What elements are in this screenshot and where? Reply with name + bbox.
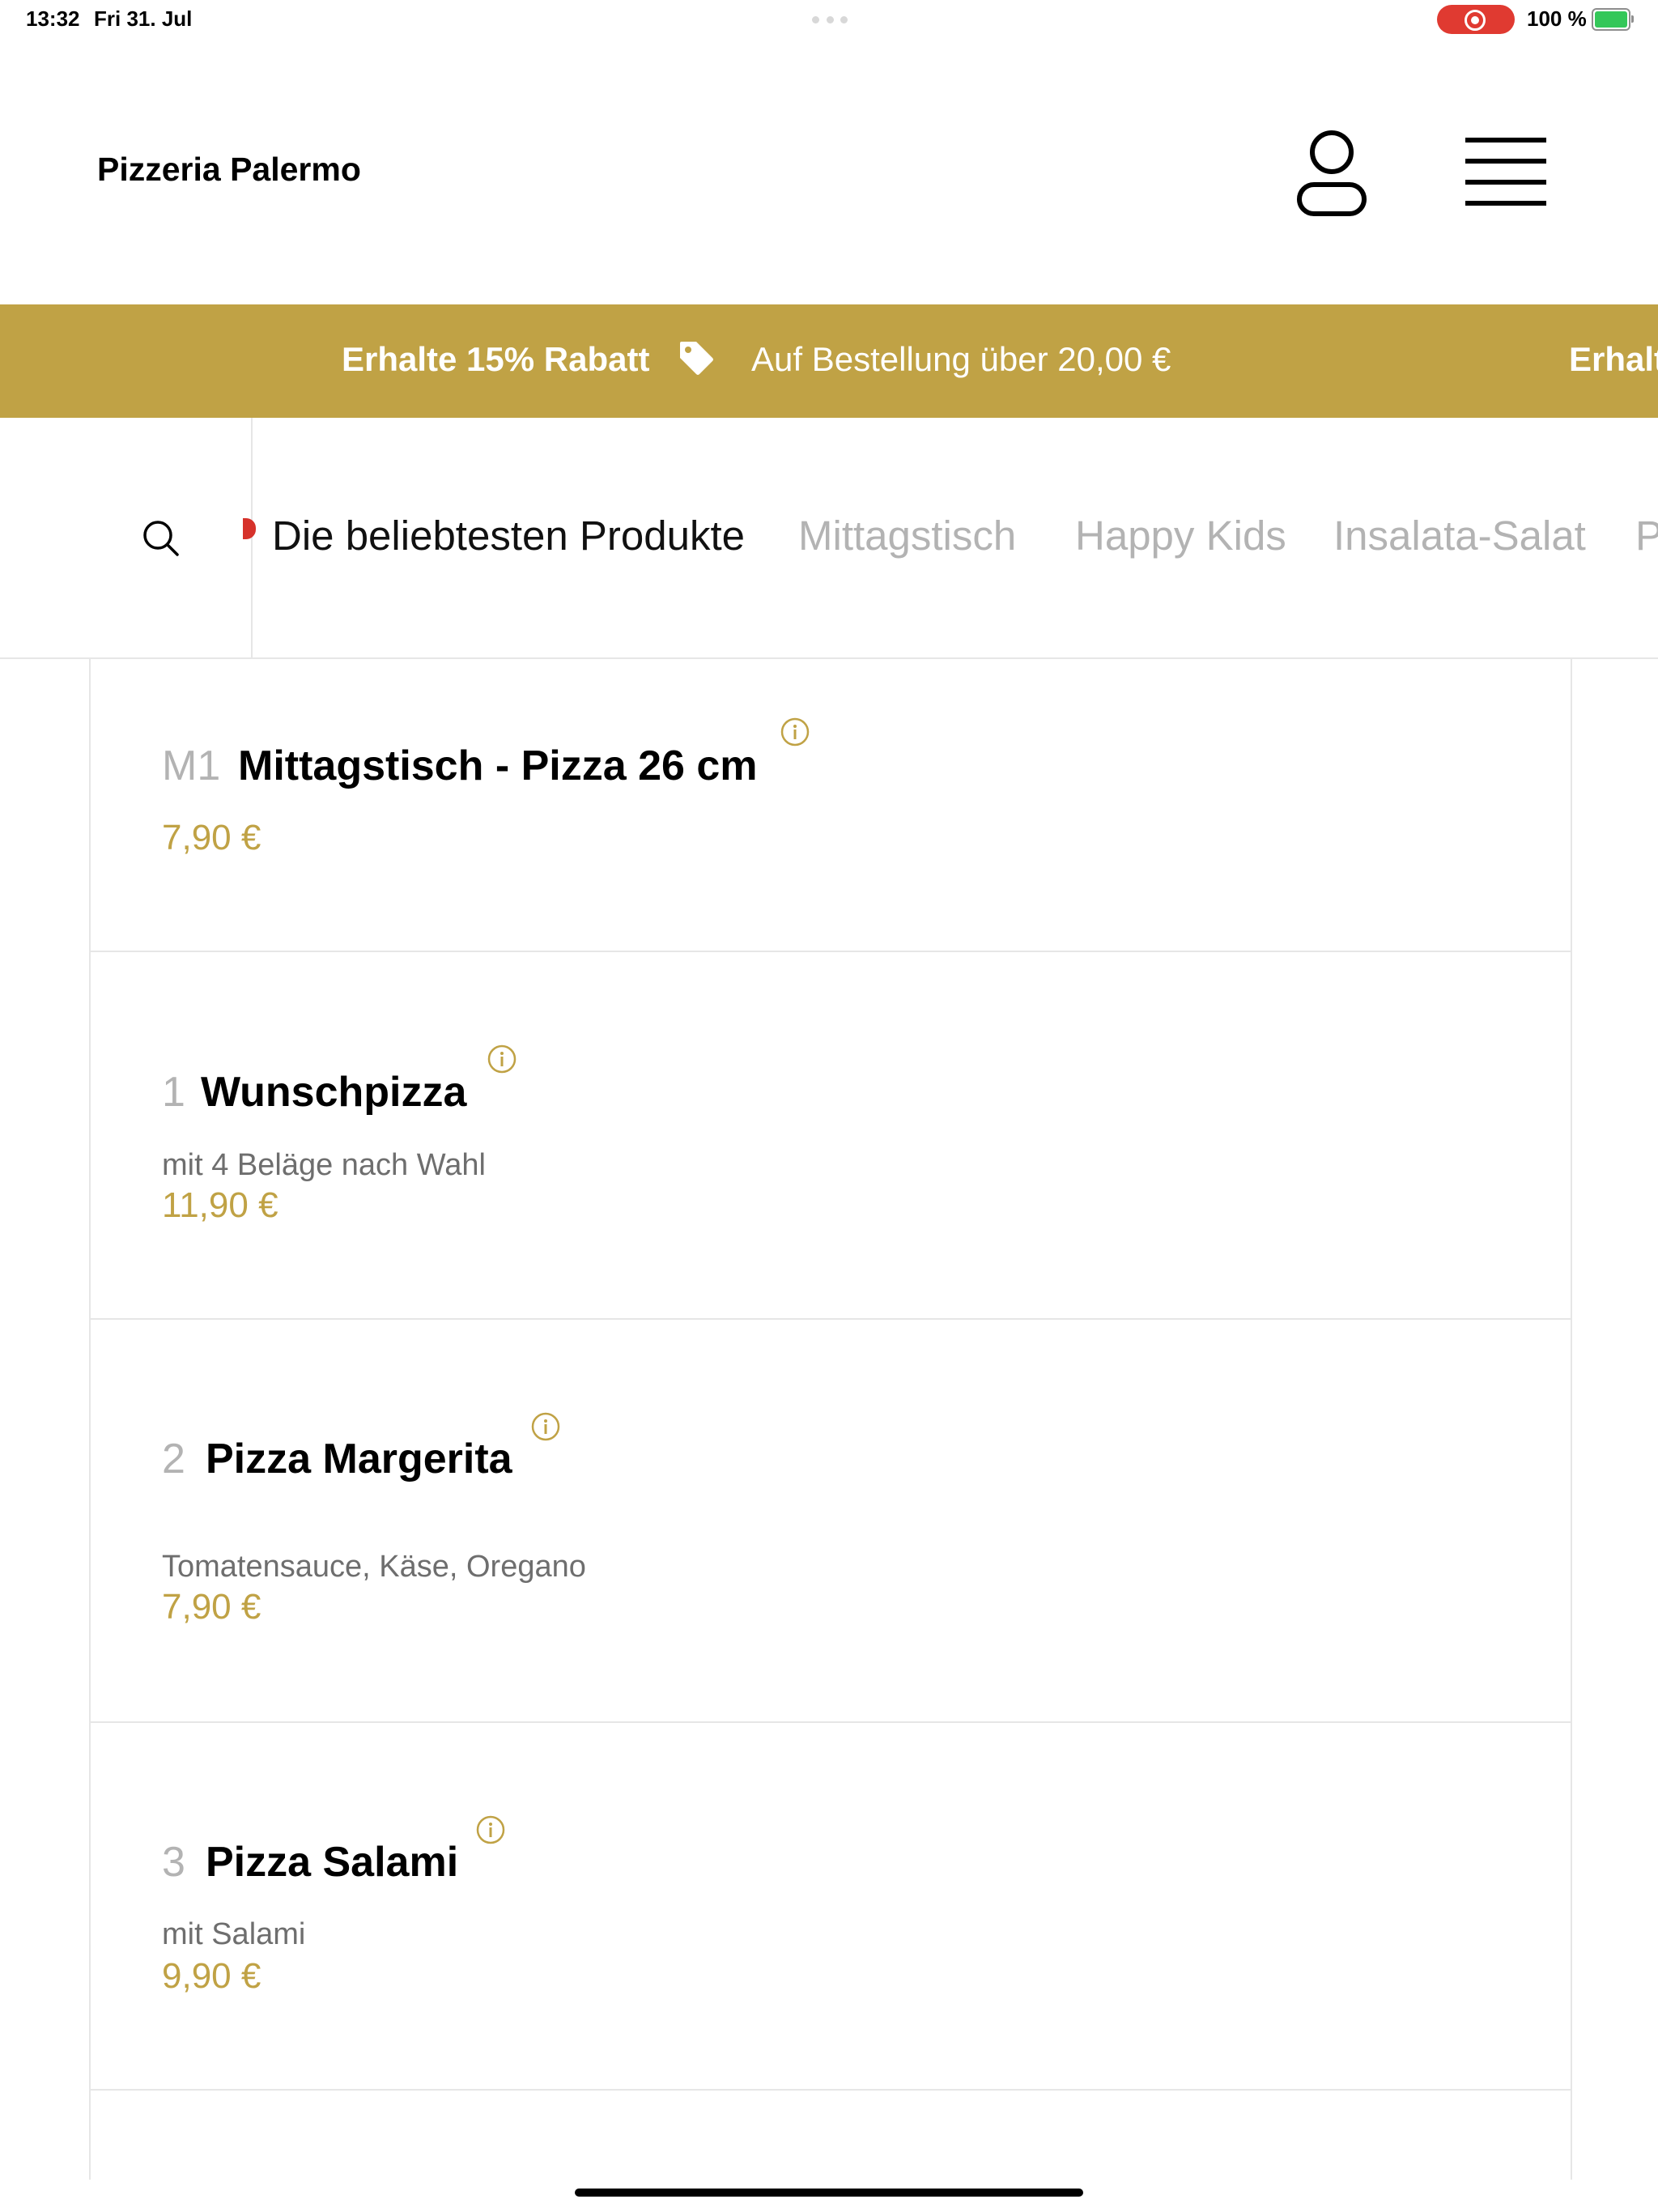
brand-name[interactable]: Pizzeria Palermo	[97, 151, 361, 189]
product-number: M1	[162, 742, 221, 789]
battery-percentage: 100 %	[1527, 6, 1587, 31]
battery-icon	[1592, 8, 1634, 31]
search-icon[interactable]	[142, 520, 180, 557]
info-icon[interactable]	[487, 1044, 517, 1074]
category-tab-more[interactable]: P	[1635, 512, 1658, 559]
multitasking-dots-icon[interactable]	[812, 16, 848, 23]
user-icon[interactable]	[1295, 128, 1368, 217]
category-tab-happy-kids[interactable]: Happy Kids	[1075, 512, 1286, 559]
product-name: Pizza Salami	[206, 1839, 459, 1886]
product-number: 3	[162, 1839, 185, 1886]
status-time: 13:32	[26, 6, 80, 31]
product-price: 7,90 €	[162, 818, 261, 857]
info-icon[interactable]	[531, 1412, 560, 1441]
product-number: 2	[162, 1436, 185, 1482]
product-item[interactable]: 1 Wunschpizza mit 4 Beläge nach Wahl 11,…	[91, 951, 1571, 1320]
home-indicator[interactable]	[575, 2189, 1083, 2197]
category-tab-popular[interactable]: Die beliebtesten Produkte	[272, 512, 745, 559]
promo-discount-repeat: Erhalt	[1569, 340, 1658, 378]
product-price: 9,90 €	[162, 1956, 261, 1996]
product-item[interactable]: M1 Mittagstisch - Pizza 26 cm 7,90 €	[91, 657, 1571, 952]
product-number: 1	[162, 1069, 185, 1116]
product-description: Tomatensauce, Käse, Oregano	[162, 1550, 586, 1584]
product-price: 11,90 €	[162, 1185, 278, 1225]
product-description: mit Salami	[162, 1917, 306, 1951]
product-item[interactable]: 2 Pizza Margerita Tomatensauce, Käse, Or…	[91, 1318, 1571, 1723]
product-list: M1 Mittagstisch - Pizza 26 cm 7,90 € 1 W…	[89, 657, 1572, 2180]
product-description: mit 4 Beläge nach Wahl	[162, 1148, 486, 1182]
product-name: Mittagstisch - Pizza 26 cm	[238, 742, 758, 789]
product-name: Pizza Margerita	[206, 1436, 512, 1482]
info-icon[interactable]	[780, 717, 810, 747]
status-date: Fri 31. Jul	[94, 6, 193, 31]
tag-icon	[680, 342, 713, 375]
product-price: 7,90 €	[162, 1587, 261, 1627]
category-tab-insalata[interactable]: Insalata-Salat	[1333, 512, 1586, 559]
category-tab-mittagstisch[interactable]: Mittagstisch	[798, 512, 1016, 559]
info-icon[interactable]	[476, 1815, 505, 1844]
active-category-indicator	[243, 518, 256, 539]
category-nav: Die beliebtesten Produkte Mittagstisch H…	[0, 418, 1658, 659]
status-bar: 13:32 Fri 31. Jul 100 %	[0, 0, 1658, 39]
promo-condition: Auf Bestellung über 20,00 €	[751, 340, 1171, 378]
product-name: Wunschpizza	[201, 1069, 467, 1116]
promo-discount: Erhalte 15% Rabatt	[342, 340, 650, 378]
promo-banner[interactable]: Erhalte 15% Rabatt Auf Bestellung über 2…	[0, 304, 1658, 418]
product-item[interactable]: 3 Pizza Salami mit Salami 9,90 €	[91, 1721, 1571, 2091]
screen-recording-icon[interactable]	[1437, 5, 1515, 34]
menu-icon[interactable]	[1465, 138, 1546, 206]
